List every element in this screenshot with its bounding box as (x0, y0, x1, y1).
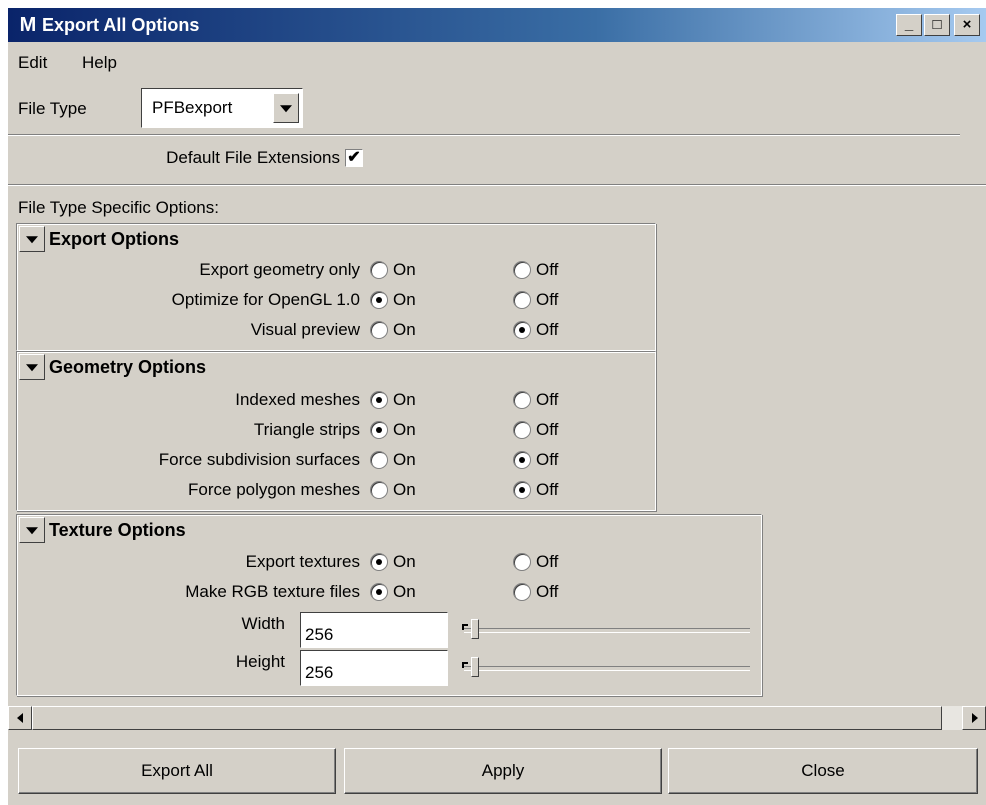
radio-on-label: On (393, 480, 416, 499)
radio-on-label: On (393, 260, 416, 279)
apply-button[interactable]: Apply (344, 748, 662, 794)
menu-help[interactable]: Help (82, 50, 117, 76)
visual-preview-on-radio[interactable] (370, 321, 388, 339)
divider (8, 134, 960, 136)
visual-preview-off-radio[interactable] (513, 321, 531, 339)
scroll-right-arrow-icon[interactable] (962, 706, 986, 730)
export-all-options-window: M Export All Options _ □ × Edit Help Fil… (8, 8, 986, 805)
divider (8, 184, 986, 186)
horizontal-scrollbar[interactable] (8, 706, 986, 730)
indexed-meshes-on-radio[interactable] (370, 391, 388, 409)
file-type-dropdown[interactable]: PFBexport (141, 88, 303, 128)
collapse-geometry-options-button[interactable] (19, 354, 45, 380)
export-geometry-only-on-radio[interactable] (370, 261, 388, 279)
optimize-opengl-on-radio[interactable] (370, 291, 388, 309)
indexed-meshes-off-radio[interactable] (513, 391, 531, 409)
width-slider[interactable] (464, 628, 750, 633)
file-type-specific-options-label: File Type Specific Options: (18, 198, 219, 217)
make-rgb-texture-files-label: Make RGB texture files (185, 582, 360, 601)
optimize-opengl-off-radio[interactable] (513, 291, 531, 309)
indexed-meshes-label: Indexed meshes (235, 390, 360, 409)
menu-edit[interactable]: Edit (18, 50, 47, 76)
title-bar[interactable]: M Export All Options _ □ × (8, 8, 986, 42)
radio-off-label: Off (536, 480, 559, 499)
scrollbar-thumb[interactable] (32, 706, 942, 730)
force-polygon-meshes-label: Force polygon meshes (188, 480, 360, 499)
radio-off-label: Off (536, 420, 559, 439)
maximize-button[interactable]: □ (924, 14, 950, 36)
visual-preview-label: Visual preview (250, 320, 360, 339)
make-rgb-texture-files-off-radio[interactable] (513, 583, 531, 601)
radio-on-label: On (393, 582, 416, 601)
height-label: Height (235, 652, 285, 671)
radio-off-label: Off (536, 390, 559, 409)
texture-options-title: Texture Options (49, 520, 186, 540)
close-button[interactable]: Close (668, 748, 978, 794)
width-slider-thumb[interactable] (471, 619, 479, 639)
export-geometry-only-off-radio[interactable] (513, 261, 531, 279)
radio-on-label: On (393, 320, 416, 339)
radio-off-label: Off (536, 552, 559, 571)
radio-on-label: On (393, 420, 416, 439)
triangle-strips-off-radio[interactable] (513, 421, 531, 439)
force-polygon-meshes-on-radio[interactable] (370, 481, 388, 499)
export-geometry-only-label: Export geometry only (199, 260, 360, 279)
make-rgb-texture-files-on-radio[interactable] (370, 583, 388, 601)
minimize-button[interactable]: _ (896, 14, 922, 36)
height-slider[interactable] (464, 666, 750, 671)
export-textures-label: Export textures (245, 552, 360, 571)
radio-on-label: On (393, 290, 416, 309)
texture-options-frame: Texture Options Export textures On Off M… (16, 514, 762, 696)
force-subdivision-surfaces-label: Force subdivision surfaces (158, 450, 360, 469)
scroll-left-arrow-icon[interactable] (8, 706, 32, 730)
window-title: Export All Options (42, 15, 200, 35)
export-textures-off-radio[interactable] (513, 553, 531, 571)
file-type-value: PFBexport (152, 98, 233, 117)
radio-on-label: On (393, 552, 416, 571)
chevron-down-icon[interactable] (273, 93, 299, 123)
geometry-options-title: Geometry Options (49, 357, 207, 377)
triangle-strips-on-radio[interactable] (370, 421, 388, 439)
radio-off-label: Off (536, 450, 559, 469)
export-all-button[interactable]: Export All (18, 748, 336, 794)
force-polygon-meshes-off-radio[interactable] (513, 481, 531, 499)
force-subdivision-surfaces-off-radio[interactable] (513, 451, 531, 469)
width-field[interactable]: 256 (300, 612, 448, 648)
radio-off-label: Off (536, 582, 559, 601)
height-slider-thumb[interactable] (471, 657, 479, 677)
default-file-extensions-checkbox[interactable]: ✔ (345, 149, 363, 167)
optimize-opengl-label: Optimize for OpenGL 1.0 (171, 290, 360, 309)
slider-tick (462, 662, 468, 668)
height-value: 256 (305, 663, 334, 682)
export-options-title: Export Options (49, 229, 179, 249)
radio-off-label: Off (536, 290, 559, 309)
radio-on-label: On (393, 450, 416, 469)
triangle-strips-label: Triangle strips (253, 420, 360, 439)
radio-on-label: On (393, 390, 416, 409)
default-file-extensions-label: Default File Extensions (166, 148, 340, 167)
collapse-export-options-button[interactable] (19, 226, 45, 252)
export-options-frame: Export Options Export geometry only On O… (16, 223, 656, 351)
force-subdivision-surfaces-on-radio[interactable] (370, 451, 388, 469)
collapse-texture-options-button[interactable] (19, 517, 45, 543)
export-textures-on-radio[interactable] (370, 553, 388, 571)
file-type-label: File Type (18, 99, 87, 118)
maya-icon: M (19, 14, 37, 36)
close-window-button[interactable]: × (954, 14, 980, 36)
width-label: Width (241, 614, 285, 633)
geometry-options-frame: Geometry Options Indexed meshes On Off T… (16, 351, 656, 511)
height-field[interactable]: 256 (300, 650, 448, 686)
radio-off-label: Off (536, 320, 559, 339)
width-value: 256 (305, 625, 334, 644)
slider-tick (462, 624, 468, 630)
radio-off-label: Off (536, 260, 559, 279)
